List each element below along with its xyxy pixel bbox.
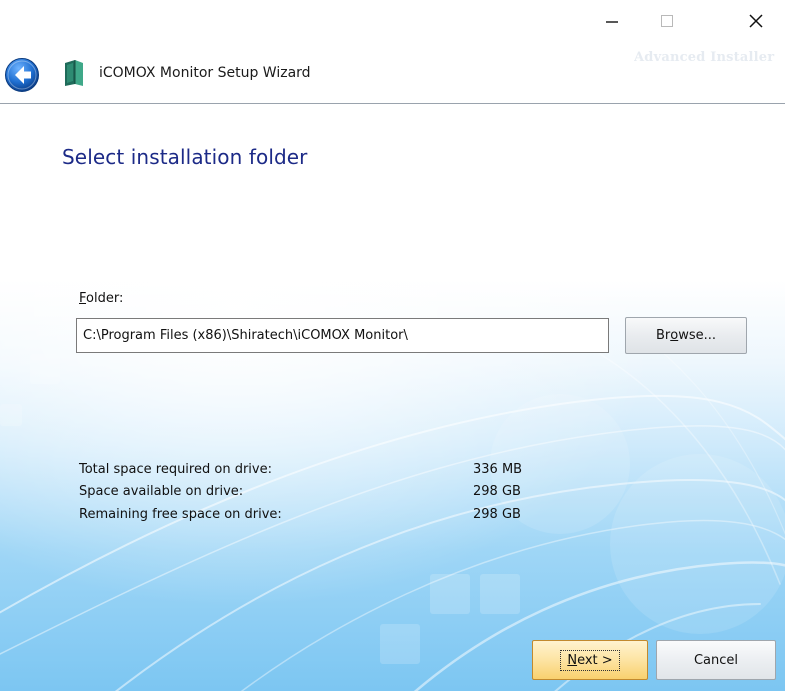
folder-label: Folder: bbox=[79, 291, 123, 306]
next-label-mnemonic: N bbox=[567, 652, 578, 668]
title-bar: Advanced Installer iCOMOX Monitor Setup … bbox=[0, 0, 785, 104]
wizard-content: Select installation folder Folder: Brows… bbox=[0, 104, 785, 691]
maximize-icon[interactable] bbox=[645, 6, 689, 36]
browse-label-post: wse... bbox=[678, 328, 717, 343]
installer-book-icon bbox=[63, 59, 85, 87]
close-icon[interactable] bbox=[734, 6, 778, 36]
space-required-label: Total space required on drive: bbox=[79, 462, 272, 477]
folder-label-mnemonic: F bbox=[79, 291, 87, 306]
space-available-value: 298 GB bbox=[473, 484, 521, 499]
browse-label-pre: Br bbox=[655, 328, 671, 343]
browse-label-mnemonic: o bbox=[670, 328, 679, 343]
wizard-title: iCOMOX Monitor Setup Wizard bbox=[99, 65, 311, 81]
next-label-text: ext > bbox=[577, 652, 613, 668]
space-available-label: Space available on drive: bbox=[79, 484, 244, 499]
next-focus-rect: Next > bbox=[560, 649, 620, 671]
space-remaining-value: 298 GB bbox=[473, 507, 521, 522]
folder-label-text: older: bbox=[86, 291, 124, 306]
space-remaining-label: Remaining free space on drive: bbox=[79, 507, 282, 522]
folder-path-input[interactable] bbox=[76, 318, 609, 353]
page-heading: Select installation folder bbox=[62, 145, 308, 169]
background-swirl-graphic bbox=[0, 333, 785, 691]
space-required-value: 336 MB bbox=[473, 462, 523, 477]
back-arrow-icon[interactable] bbox=[4, 57, 40, 93]
advanced-installer-watermark: Advanced Installer bbox=[634, 50, 775, 65]
cancel-button[interactable]: Cancel bbox=[656, 640, 776, 680]
minimize-icon[interactable] bbox=[590, 6, 634, 36]
browse-button[interactable]: Br o wse... bbox=[625, 317, 747, 354]
next-button[interactable]: Next > bbox=[532, 640, 648, 680]
